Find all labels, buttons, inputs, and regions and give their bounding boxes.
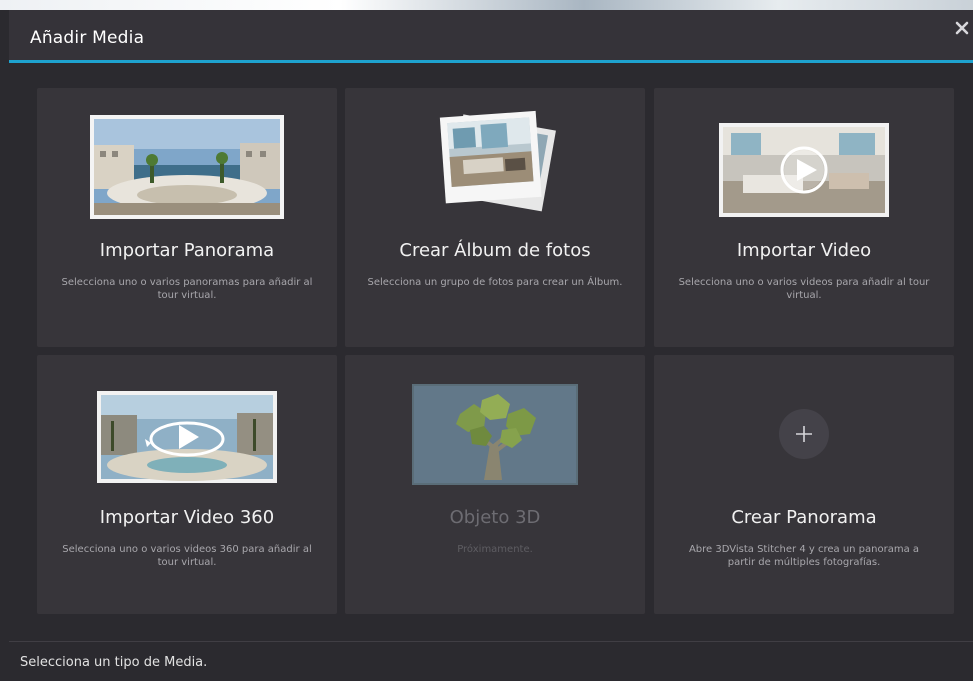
card-description: Selecciona uno o varios videos 360 para … bbox=[62, 544, 312, 568]
add-media-dialog: Añadir Media Importar Panorama Seleccion… bbox=[9, 10, 973, 681]
import-panorama-card[interactable]: Importar Panorama Selecciona uno o vario… bbox=[37, 88, 337, 347]
3d-object-card: Objeto 3D Próximamente. bbox=[345, 355, 645, 614]
card-description: Selecciona uno o varios panoramas para a… bbox=[61, 277, 313, 301]
close-icon[interactable] bbox=[953, 19, 971, 37]
card-title: Objeto 3D bbox=[449, 507, 541, 528]
card-description: Abre 3DVista Stitcher 4 y crea un panora… bbox=[688, 544, 920, 568]
status-divider bbox=[9, 641, 973, 642]
dialog-title: Añadir Media bbox=[30, 28, 145, 48]
import-video-card[interactable]: Importar Video Selecciona uno o varios v… bbox=[654, 88, 954, 347]
card-title: Importar Video bbox=[736, 240, 872, 261]
card-title: Importar Video 360 bbox=[99, 507, 275, 528]
video-360-icon bbox=[97, 391, 277, 483]
panorama-thumbnail-icon bbox=[90, 115, 284, 219]
card-title: Crear Panorama bbox=[731, 507, 877, 528]
card-title: Crear Álbum de fotos bbox=[399, 240, 591, 261]
create-photo-album-card[interactable]: Crear Álbum de fotos Selecciona un grupo… bbox=[345, 88, 645, 347]
3d-object-tree-icon bbox=[412, 384, 578, 485]
card-title: Importar Panorama bbox=[99, 240, 275, 261]
plus-icon bbox=[779, 409, 829, 459]
import-video-360-card[interactable]: Importar Video 360 Selecciona uno o vari… bbox=[37, 355, 337, 614]
background-window-strip bbox=[0, 0, 973, 10]
card-description: Selecciona uno o varios videos para añad… bbox=[678, 277, 930, 301]
dialog-titlebar: Añadir Media bbox=[9, 10, 973, 60]
card-description: Selecciona un grupo de fotos para crear … bbox=[367, 277, 623, 288]
create-panorama-card[interactable]: Crear Panorama Abre 3DVista Stitcher 4 y… bbox=[654, 355, 954, 614]
title-accent-line bbox=[9, 60, 973, 63]
status-bar-text: Selecciona un tipo de Media. bbox=[20, 655, 208, 670]
video-thumbnail-icon bbox=[719, 123, 889, 217]
photo-album-icon bbox=[439, 110, 556, 212]
card-description: Próximamente. bbox=[457, 544, 533, 555]
